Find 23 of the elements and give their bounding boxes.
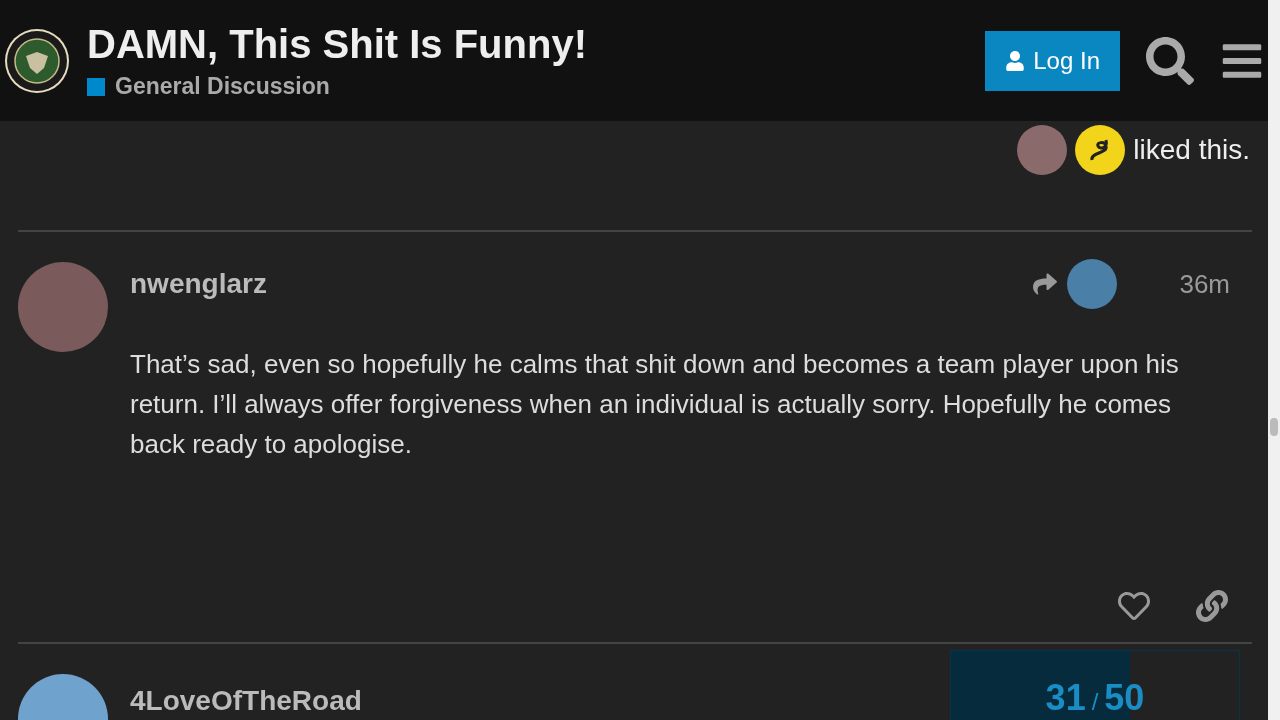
avatar-photo[interactable] [1017,125,1068,175]
like-heart-icon[interactable] [1118,590,1150,622]
user-icon [1005,50,1026,71]
avatar-photo[interactable] [1067,259,1118,309]
snake-flag-avatar[interactable] [1075,125,1126,175]
scrollbar-thumb[interactable] [1270,418,1278,436]
username[interactable]: 4LoveOfTheRoad [130,680,362,720]
post-body: That’s sad, even so hopefully he calms that shit down and becomes a team player upon his return. I’ll always offer forgiveness when an individual is actually sorry. Hopefully he comes back ready to apologise. [130,348,1180,461]
topic-title: DAMN, This Shit Is Funny! [87,21,587,68]
progress-current: 31 [1045,676,1086,720]
reply-arrow-icon [1031,272,1060,296]
progress-separator: / [1091,687,1099,717]
progress-total: 50 [1104,676,1145,720]
liked-text: liked this. [1133,133,1250,167]
category-link[interactable]: General Discussion [115,69,330,104]
username[interactable]: nwenglarz [130,263,267,305]
progress-track[interactable]: 31 / 50 [950,650,1240,720]
search-icon[interactable] [1146,36,1194,85]
login-button[interactable]: Log In [985,30,1120,91]
link-icon[interactable] [1196,590,1228,622]
logo-seal-icon[interactable] [4,27,70,94]
scrollbar[interactable] [1268,0,1280,720]
post-time[interactable]: 36m [1179,264,1230,304]
